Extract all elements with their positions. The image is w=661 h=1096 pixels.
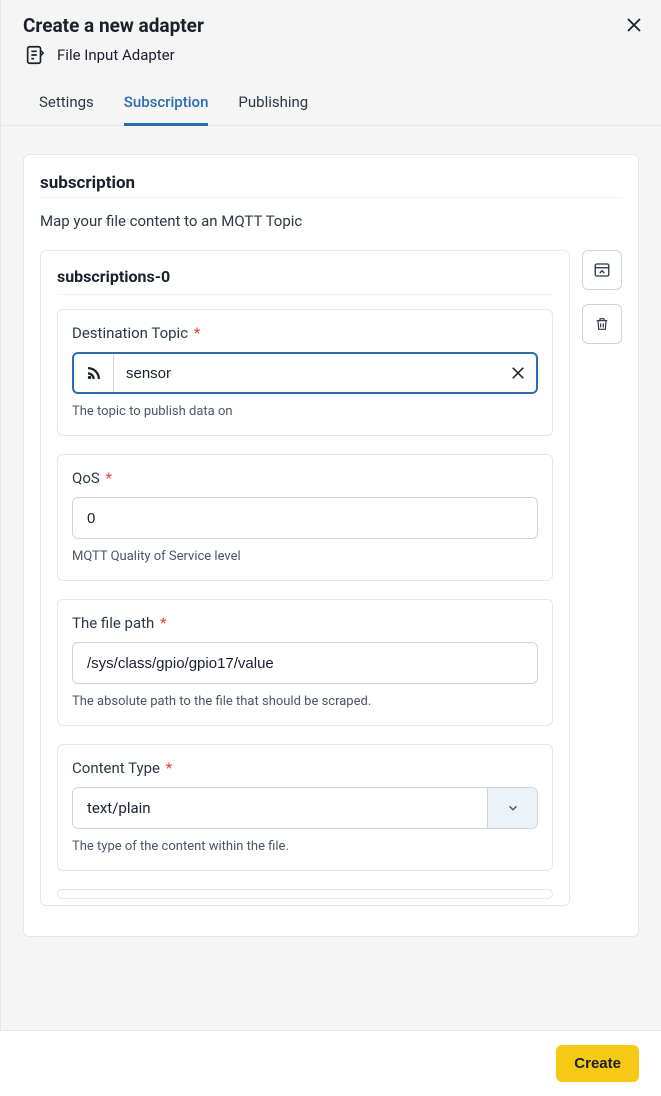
file-adapter-icon	[23, 43, 47, 67]
destination-topic-label: Destination Topic *	[72, 324, 538, 342]
file-path-label: The file path *	[72, 614, 538, 632]
content-type-value: text/plain	[73, 788, 487, 828]
next-field-peek	[57, 889, 553, 899]
qos-input[interactable]	[72, 497, 538, 539]
file-path-help: The absolute path to the file that shoul…	[72, 694, 538, 709]
close-button[interactable]	[623, 14, 645, 36]
qos-label: QoS *	[72, 469, 538, 487]
collapse-button[interactable]	[582, 250, 622, 290]
tab-settings[interactable]: Settings	[39, 79, 94, 126]
subscription-section: subscription Map your file content to an…	[23, 154, 639, 937]
subscription-item-card: subscriptions-0 Destination Topic *	[40, 250, 570, 906]
tab-subscription[interactable]: Subscription	[124, 79, 209, 126]
content-area: subscription Map your file content to an…	[1, 126, 661, 1096]
field-qos: QoS * MQTT Quality of Service level	[57, 454, 553, 581]
chevron-down-icon[interactable]	[487, 788, 537, 828]
section-title: subscription	[40, 173, 622, 198]
subscription-item-title: subscriptions-0	[57, 267, 553, 295]
delete-button[interactable]	[582, 304, 622, 344]
tabs: Settings Subscription Publishing	[1, 79, 661, 126]
destination-topic-input[interactable]	[114, 354, 500, 392]
panel-header: Create a new adapter File Input Adapter	[1, 0, 661, 79]
qos-help: MQTT Quality of Service level	[72, 549, 538, 564]
section-description: Map your file content to an MQTT Topic	[40, 212, 622, 230]
content-type-select[interactable]: text/plain	[72, 787, 538, 829]
destination-topic-help: The topic to publish data on	[72, 404, 538, 419]
page-title: Create a new adapter	[23, 14, 639, 37]
create-button[interactable]: Create	[556, 1045, 639, 1082]
field-file-path: The file path * The absolute path to the…	[57, 599, 553, 726]
clear-input-button[interactable]	[500, 354, 536, 392]
tab-publishing[interactable]: Publishing	[238, 79, 308, 126]
file-path-input[interactable]	[72, 642, 538, 684]
destination-topic-input-wrap	[72, 352, 538, 394]
footer: Create	[0, 1030, 661, 1096]
content-type-label: Content Type *	[72, 759, 538, 777]
rss-icon	[74, 354, 114, 392]
content-type-help: The type of the content within the file.	[72, 839, 538, 854]
field-content-type: Content Type * text/plain The type of	[57, 744, 553, 871]
adapter-type-label: File Input Adapter	[57, 46, 175, 64]
field-destination-topic: Destination Topic *	[57, 309, 553, 436]
